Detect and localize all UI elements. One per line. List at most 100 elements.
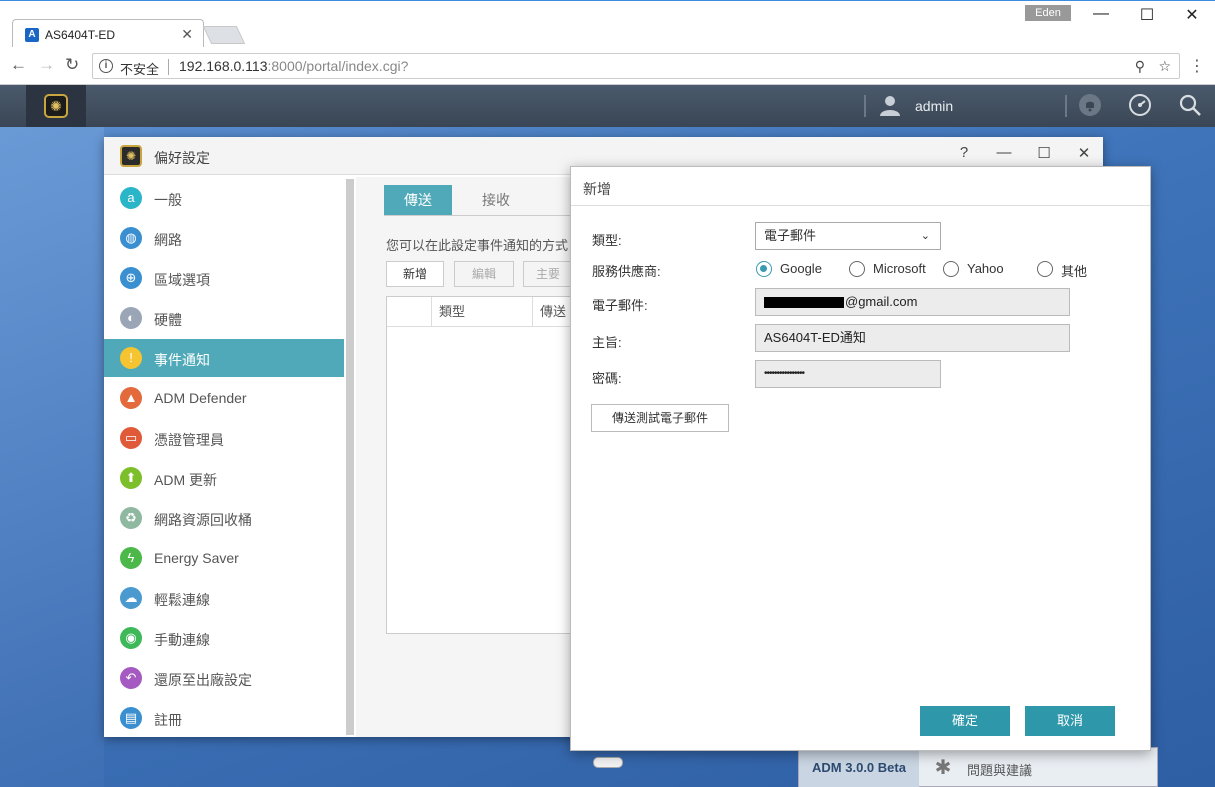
sidebar-item-label: 還原至出廠設定 <box>154 672 252 688</box>
ok-button[interactable]: 確定 <box>920 706 1010 736</box>
search-icon[interactable] <box>1178 93 1202 117</box>
provider-label-google: Google <box>780 261 822 276</box>
minimize-icon[interactable]: — <box>991 144 1017 161</box>
primary-button[interactable]: 主要 <box>523 261 573 287</box>
sidebar-item[interactable]: ϟ Energy Saver <box>104 539 344 577</box>
provider-label-yahoo: Yahoo <box>967 261 1004 276</box>
adm-home-button[interactable]: ✺ <box>26 85 86 127</box>
manual-connect-icon: ◉ <box>120 627 142 649</box>
maximize-icon[interactable]: ☐ <box>1031 144 1057 162</box>
adm-version-label: ADM 3.0.0 Beta <box>799 748 919 787</box>
forward-icon[interactable]: → <box>38 55 55 75</box>
sidebar-item[interactable]: ◍ 網路 <box>104 219 344 257</box>
cancel-button[interactable]: 取消 <box>1025 706 1115 736</box>
sidebar-item[interactable]: ▲ ADM Defender <box>104 379 344 417</box>
region-icon: ⊕ <box>120 267 142 289</box>
profile-name[interactable]: Eden <box>1025 5 1071 21</box>
type-select[interactable]: 電子郵件 ⌄ <box>755 222 941 250</box>
radio-circle <box>1037 261 1053 277</box>
topbar-divider <box>864 95 866 117</box>
browser-toolbar: ← → ↻ i 不安全 192.168.0.113:8000/portal/in… <box>0 47 1215 85</box>
dialog-title: 新增 <box>583 181 611 197</box>
tab-receive[interactable]: 接收 <box>462 185 530 215</box>
register-icon: ▤ <box>120 707 142 729</box>
update-arrow-icon: ⬆ <box>120 467 142 489</box>
grid-header: 類型 傳送 <box>387 297 587 327</box>
tab-close-icon[interactable]: ✕ <box>181 26 193 43</box>
sidebar-item[interactable]: ⊕ 區域選項 <box>104 259 344 297</box>
subject-field[interactable]: AS6404T-ED通知 <box>755 324 1070 352</box>
browser-titlebar: A AS6404T-ED ✕ Eden — ☐ ✕ <box>0 0 1215 49</box>
bug-icon[interactable]: ✱ <box>931 756 955 780</box>
sidebar-item[interactable]: ▭ 憑證管理員 <box>104 419 344 457</box>
energy-icon: ϟ <box>120 547 142 569</box>
notification-description: 您可以在此設定事件通知的方式 <box>386 238 569 253</box>
chevron-down-icon: ⌄ <box>920 230 930 242</box>
sidebar-item[interactable]: ▤ 註冊 <box>104 699 344 737</box>
menu-icon[interactable]: ⋮ <box>1189 56 1205 76</box>
type-label: 類型: <box>592 233 622 248</box>
network-globe-icon: ◍ <box>120 227 142 249</box>
sidebar-item-label: 輕鬆連線 <box>154 592 210 608</box>
close-icon[interactable]: ✕ <box>1071 144 1097 162</box>
column-type[interactable]: 類型 <box>431 297 532 327</box>
add-notification-dialog: 新增 類型: 電子郵件 ⌄ 服務供應商: Google Microsoft Ya… <box>570 166 1151 751</box>
key-icon[interactable]: ⚲ <box>1135 58 1145 75</box>
preferences-title: 偏好設定 <box>154 150 210 166</box>
password-label: 密碼: <box>592 371 622 386</box>
send-test-email-button[interactable]: 傳送測試電子郵件 <box>591 404 729 432</box>
general-icon: a <box>120 187 142 209</box>
user-icon[interactable] <box>878 93 902 117</box>
sidebar-item[interactable]: ◐ 硬體 <box>104 299 344 337</box>
dashboard-gauge-icon[interactable] <box>1128 93 1152 117</box>
maximize-window-icon[interactable]: ☐ <box>1133 5 1161 25</box>
firewall-icon: ▲ <box>120 387 142 409</box>
hardware-icon: ◐ <box>120 307 142 329</box>
sidebar-item[interactable]: ◉ 手動連線 <box>104 619 344 657</box>
adm-logo-icon: ✺ <box>44 94 68 118</box>
notification-bell-icon[interactable] <box>1078 93 1102 117</box>
url-text[interactable]: 192.168.0.113:8000/portal/index.cgi? <box>179 58 408 74</box>
username-label[interactable]: admin <box>915 98 953 114</box>
preferences-app-icon: ✺ <box>120 145 142 167</box>
provider-label: 服務供應商: <box>592 264 661 279</box>
minimize-window-icon[interactable]: — <box>1087 5 1115 23</box>
sidebar-item[interactable]: ⬆ ADM 更新 <box>104 459 344 497</box>
add-button[interactable]: 新增 <box>386 261 444 287</box>
close-window-icon[interactable]: ✕ <box>1178 5 1206 25</box>
sidebar-scrollbar[interactable] <box>346 179 354 735</box>
new-tab-button[interactable] <box>202 26 246 44</box>
email-field[interactable]: @gmail.com <box>755 288 1070 316</box>
sidebar-item[interactable]: ☁ 輕鬆連線 <box>104 579 344 617</box>
browser-tab[interactable]: A AS6404T-ED ✕ <box>12 19 204 49</box>
taskbar-handle[interactable] <box>593 757 623 768</box>
password-field[interactable]: •••••••••••••••• <box>755 360 941 388</box>
help-icon[interactable]: ? <box>951 144 977 161</box>
reload-icon[interactable]: ↻ <box>65 55 79 75</box>
recycle-bin-icon: ♻ <box>120 507 142 529</box>
sidebar-item[interactable]: ! 事件通知 <box>104 339 344 377</box>
sidebar-item-label: 註冊 <box>154 712 182 728</box>
sidebar-item[interactable]: a 一般 <box>104 179 344 217</box>
sidebar-item-label: 手動連線 <box>154 632 210 648</box>
omnibox-divider <box>168 59 169 75</box>
sidebar-item[interactable]: ♻ 網路資源回收桶 <box>104 499 344 537</box>
sidebar-item-label: 事件通知 <box>154 352 210 368</box>
edit-button[interactable]: 編輯 <box>454 261 514 287</box>
url-host: 192.168.0.113 <box>179 58 268 74</box>
type-select-value: 電子郵件 <box>764 228 817 243</box>
security-label[interactable]: 不安全 <box>120 59 159 78</box>
sidebar-item-label: Energy Saver <box>154 550 239 566</box>
info-icon[interactable]: i <box>99 59 113 73</box>
subject-label: 主旨: <box>592 335 622 350</box>
star-icon[interactable]: ☆ <box>1158 58 1171 75</box>
email-suffix: @gmail.com <box>845 294 918 309</box>
address-bar[interactable]: i 不安全 192.168.0.113:8000/portal/index.cg… <box>92 53 1180 79</box>
certificate-icon: ▭ <box>120 427 142 449</box>
redacted-email-prefix <box>764 297 844 309</box>
alert-icon: ! <box>120 347 142 369</box>
tab-send[interactable]: 傳送 <box>384 185 452 215</box>
feedback-link[interactable]: 問題與建議 <box>967 760 1032 779</box>
sidebar-item[interactable]: ↶ 還原至出廠設定 <box>104 659 344 697</box>
back-icon[interactable]: ← <box>10 55 27 75</box>
